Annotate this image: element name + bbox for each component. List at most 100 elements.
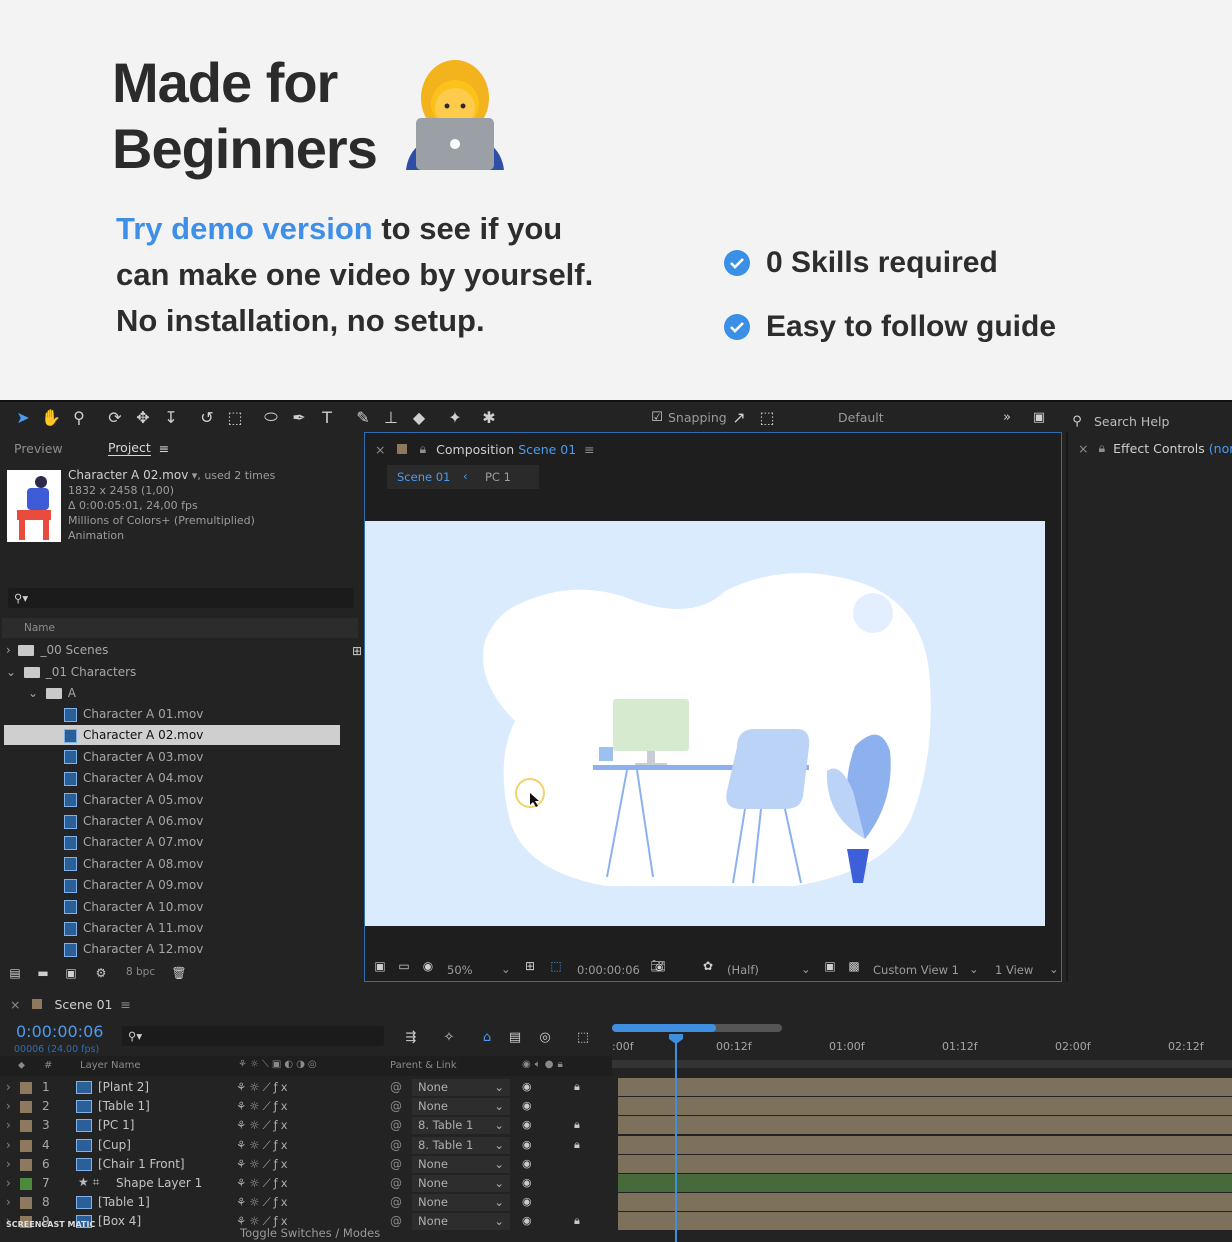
eye-icon[interactable]: ◉ (522, 1099, 532, 1112)
camera-icon[interactable]: 📷︎ (647, 955, 669, 977)
breadcrumb-pc[interactable]: PC 1 (485, 470, 511, 484)
timeline-search-input[interactable]: ⚲▾ (122, 1026, 384, 1046)
view-select[interactable]: Custom View 1 (873, 963, 959, 977)
layer-duration-bar[interactable] (618, 1212, 1232, 1231)
footage-item[interactable]: Character A 12.mov (64, 939, 203, 959)
pick-whip-icon[interactable]: @ (390, 1099, 402, 1113)
zoom-select[interactable]: 50% (447, 963, 473, 977)
project-tab[interactable]: Project ≡ (108, 434, 169, 462)
footage-item[interactable]: Character A 06.mov (64, 811, 203, 831)
pick-whip-icon[interactable]: @ (390, 1138, 402, 1152)
work-area-bar[interactable] (612, 1024, 782, 1032)
parent-select[interactable]: None ⌄ (412, 1175, 510, 1192)
pick-whip-icon[interactable]: @ (390, 1214, 402, 1228)
layer-row[interactable]: › 4 [Cup] ⚘☼⟋ƒx @8. Table 1 ⌄ ◉ 🔒︎ (0, 1136, 612, 1155)
snap-grid-icon[interactable]: ⬚ (756, 406, 778, 428)
color-channels-icon[interactable]: ✿ (697, 955, 719, 977)
orbit-tool-icon[interactable]: ⟳ (104, 406, 126, 428)
layer-duration-bar[interactable] (618, 1135, 1232, 1154)
layer-duration-bar[interactable] (618, 1154, 1232, 1173)
dolly-tool-icon[interactable]: ↧ (160, 406, 182, 428)
interpret-footage-icon[interactable]: ▤ (4, 962, 26, 984)
layer-switches[interactable]: ⚘☼⟋ƒx (236, 1118, 291, 1133)
puppet-tool-icon[interactable]: ✱ (478, 406, 500, 428)
lock-icon[interactable]: 🔒︎ (574, 1138, 580, 1152)
footage-item[interactable]: Character A 02.mov (4, 725, 340, 746)
layer-duration-bar[interactable] (618, 1116, 1232, 1135)
motion-blur-icon[interactable]: ◎ (534, 1026, 556, 1048)
toggle-switches-button[interactable]: Toggle Switches / Modes (240, 1226, 380, 1240)
parent-select[interactable]: None ⌄ (412, 1079, 510, 1096)
eye-icon[interactable]: ◉ (522, 1138, 532, 1151)
new-comp-icon[interactable]: ▣ (60, 962, 82, 984)
footage-item[interactable]: Character A 09.mov (64, 875, 203, 895)
eraser-tool-icon[interactable]: ◆ (408, 406, 430, 428)
folder-scenes[interactable]: › _00 Scenes (6, 640, 108, 660)
label-color-swatch[interactable] (20, 1120, 32, 1133)
label-color-swatch[interactable] (20, 1101, 32, 1114)
preview-tab[interactable]: Preview (14, 434, 63, 462)
eye-icon[interactable]: ◉ (522, 1195, 532, 1208)
footage-item[interactable]: Character A 03.mov (64, 747, 203, 767)
pick-whip-icon[interactable]: @ (390, 1176, 402, 1190)
anchor-tool-icon[interactable]: ⬚ (224, 406, 246, 428)
workspace-menu-icon[interactable]: ▣ (1028, 406, 1050, 428)
lock-icon[interactable]: 🔒︎ (574, 1080, 580, 1094)
layer-row[interactable]: › 8 [Table 1] ⚘☼⟋ƒx @ None ⌄ ◉ (0, 1193, 612, 1212)
layer-row[interactable]: › 6 [Chair 1 Front] ⚘☼⟋ƒx @ None ⌄ ◉ (0, 1155, 612, 1174)
composition-tab[interactable]: × 🔒︎ Composition Scene 01 ≡ (375, 435, 595, 463)
label-color-swatch[interactable] (20, 1082, 32, 1094)
layer-duration-bar[interactable] (618, 1174, 1232, 1192)
layer-switches[interactable]: ⚘☼⟋ƒx (236, 1099, 291, 1114)
snapping-checkbox-icon[interactable]: ☑ (646, 406, 668, 428)
comp-timecode[interactable]: 0:00:00:06 (577, 963, 640, 977)
layer-row[interactable]: › 1 [Plant 2] ⚘☼⟋ƒx @ None ⌄ ◉ 🔒︎ (0, 1078, 612, 1097)
bpc-label[interactable]: 8 bpc (126, 966, 155, 978)
more-workspaces-icon[interactable]: » (996, 406, 1018, 428)
settings-icon[interactable]: ⚙ (90, 962, 112, 984)
layer-row[interactable]: › 3 [PC 1] ⚘☼⟋ƒx @8. Table 1 ⌄ ◉ 🔒︎ (0, 1116, 612, 1135)
draft-3d-icon[interactable]: ✧ (438, 1026, 460, 1048)
region-icon[interactable]: ⬚ (545, 955, 567, 977)
layer-duration-bar[interactable] (618, 1078, 1232, 1096)
label-color-swatch[interactable] (20, 1158, 32, 1171)
trash-icon[interactable]: 🗑 (168, 962, 190, 984)
roi-icon[interactable]: ▣ (819, 955, 841, 977)
effect-controls-tab[interactable]: ×🔒︎ Effect Controls (none (1078, 434, 1232, 462)
layer-switches[interactable]: ⚘☼⟋ƒx (236, 1138, 291, 1153)
layer-row[interactable]: › 7 ★ ⌗ Shape Layer 1 ⚘☼⟋ƒx @ None ⌄ ◉ (0, 1174, 612, 1193)
type-tool-icon[interactable]: T (316, 406, 338, 428)
transparency-grid-icon[interactable]: ▩ (843, 955, 865, 977)
folder-a[interactable]: ⌄ A (28, 683, 76, 703)
brush-tool-icon[interactable]: ✎ (352, 406, 374, 428)
expand-icon[interactable]: › (6, 1099, 11, 1113)
parent-select[interactable]: None ⌄ (412, 1213, 510, 1231)
label-color-swatch[interactable] (20, 1178, 32, 1190)
zoom-tool-icon[interactable]: ⚲ (68, 406, 90, 428)
timeline-tab[interactable]: × Scene 01 ≡ (10, 990, 131, 1018)
timeline-timecode[interactable]: 0:00:00:06 (16, 1022, 103, 1041)
folder-characters[interactable]: ⌄ _01 Characters (6, 662, 136, 682)
parent-select[interactable]: None ⌄ (412, 1098, 510, 1116)
composition-canvas[interactable] (365, 521, 1045, 926)
search-help-field[interactable]: ⚲ Search Help (1066, 406, 1232, 430)
parent-select[interactable]: None ⌄ (412, 1155, 510, 1173)
rotate-tool-icon[interactable]: ↺ (196, 406, 218, 428)
pan-tool-icon[interactable]: ✥ (132, 406, 154, 428)
composition-mini-flowchart-icon[interactable]: ⇶ (400, 1026, 422, 1048)
footage-item[interactable]: Character A 08.mov (64, 854, 203, 874)
project-search-input[interactable]: ⚲▾ (8, 588, 354, 608)
expand-icon[interactable]: › (6, 1138, 11, 1152)
parent-select[interactable]: 8. Table 1 ⌄ (412, 1136, 510, 1154)
playhead[interactable] (669, 1034, 683, 1242)
resolution-select[interactable]: (Half) (727, 963, 759, 977)
pick-whip-icon[interactable]: @ (390, 1118, 402, 1132)
lock-icon[interactable]: 🔒︎ (574, 1118, 580, 1132)
views-select[interactable]: 1 View (995, 963, 1033, 977)
pick-whip-icon[interactable]: @ (390, 1195, 402, 1209)
expand-icon[interactable]: › (6, 1176, 11, 1190)
new-folder-icon[interactable]: ▬ (32, 962, 54, 984)
frame-blending-icon[interactable]: ▤ (504, 1026, 526, 1048)
parent-column[interactable]: Parent & Link (390, 1060, 457, 1071)
expand-icon[interactable]: › (6, 1080, 11, 1094)
